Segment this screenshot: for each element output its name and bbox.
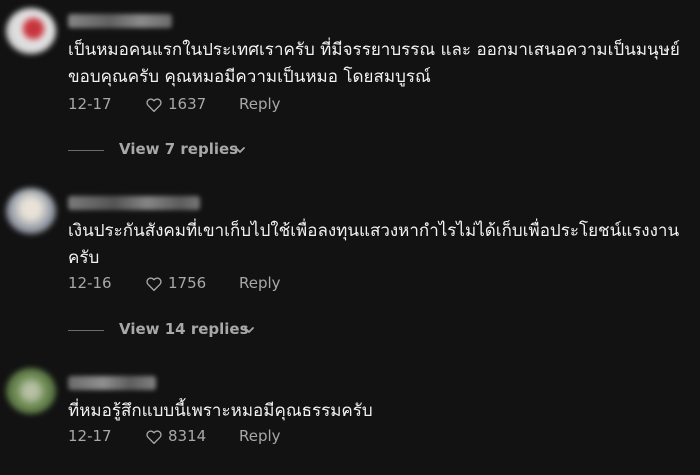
comment-meta: 12-17 8314 Reply	[68, 427, 368, 449]
view-replies-label: View 14 replies	[119, 320, 249, 338]
reply-button[interactable]: Reply	[239, 95, 281, 113]
like-count: 1756	[168, 274, 207, 292]
reply-button[interactable]: Reply	[239, 274, 281, 292]
heart-outline-icon	[146, 98, 162, 113]
comment-text: ที่หมอรู้สึกแบบนี้เพราะหมอมีคุณธรรมครับ	[68, 401, 373, 421]
divider-line	[68, 150, 104, 151]
username-blurred[interactable]	[68, 376, 156, 390]
comment-text: เงินประกันสังคมที่เขาเก็บไปใช้เพื่อลงทุน…	[68, 221, 680, 268]
comment-meta: 12-17 1637 Reply	[68, 95, 368, 117]
comment-date: 12-16	[68, 274, 112, 292]
comment-meta: 12-16 1756 Reply	[68, 274, 368, 296]
heart-outline-icon	[146, 430, 162, 445]
like-count: 8314	[168, 427, 207, 445]
username-blurred[interactable]	[68, 14, 172, 28]
view-replies-label: View 7 replies	[119, 140, 239, 158]
comment-date: 12-17	[68, 427, 112, 445]
username-blurred[interactable]	[68, 196, 200, 210]
view-replies-button[interactable]: View 14 replies	[68, 320, 288, 342]
view-replies-button[interactable]: View 7 replies	[68, 140, 268, 162]
chevron-down-icon	[244, 327, 254, 333]
comment-text: เป็นหมอคนแรกในประเทศเราครับ ที่มีจรรยาบร…	[68, 40, 680, 87]
divider-line	[68, 330, 104, 331]
like-count: 1637	[168, 95, 207, 113]
avatar[interactable]	[6, 368, 56, 414]
avatar[interactable]	[6, 188, 56, 234]
reply-button[interactable]: Reply	[239, 427, 281, 445]
comment-date: 12-17	[68, 95, 112, 113]
chevron-down-icon	[235, 147, 245, 153]
heart-outline-icon	[146, 277, 162, 292]
avatar[interactable]	[6, 8, 56, 54]
